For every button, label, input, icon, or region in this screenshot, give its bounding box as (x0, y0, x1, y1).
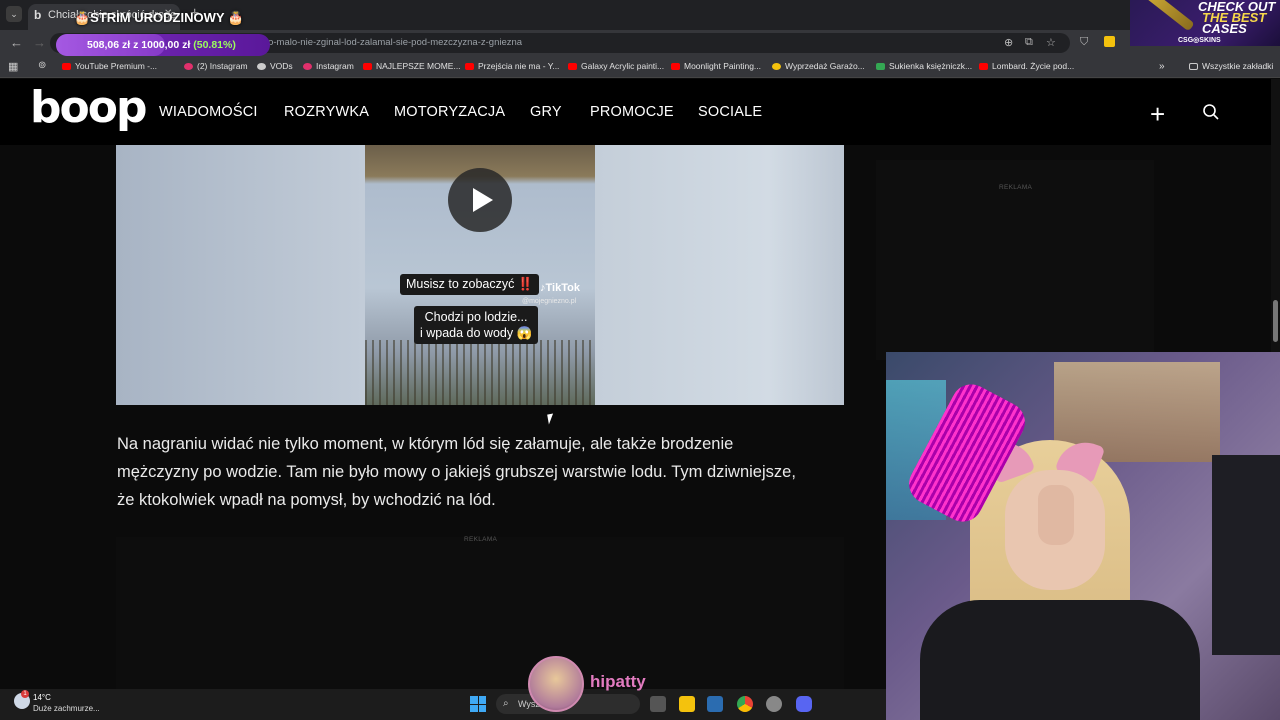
tiktok-handle: @mojegniezno.pl (522, 298, 577, 305)
webcam-person-body (920, 600, 1200, 720)
bookmark-label: Sukienka księżniczk... (889, 61, 973, 71)
back-icon[interactable]: ← (10, 35, 23, 50)
bookmark-label: NAJLEPSZE MOME... (376, 61, 461, 71)
instagram-icon (303, 62, 312, 70)
chrome-icon[interactable] (737, 696, 753, 712)
video-blur-left (116, 145, 365, 405)
windows-start-icon[interactable] (470, 696, 486, 712)
sponsor-line-3: CASES (1202, 21, 1247, 36)
scrollbar-thumb[interactable] (1273, 300, 1278, 342)
bookmark-item[interactable]: Galaxy Acrylic painti... (568, 61, 664, 71)
bookmark-item[interactable]: Przejścia nie ma - Y... (465, 61, 559, 71)
video-caption-1: Musisz to zobaczyć ‼️ (400, 274, 540, 295)
bookmark-label: YouTube Premium -... (75, 61, 158, 71)
inline-ad (116, 537, 844, 697)
globe-icon (257, 62, 266, 70)
weather-badge: 1 (21, 690, 29, 698)
bookmark-label: Galaxy Acrylic painti... (581, 61, 665, 71)
more-bookmarks-button[interactable]: » (1159, 61, 1165, 72)
search-glass-icon: ⌕ (503, 698, 509, 709)
avatar (528, 656, 584, 712)
bookmark-label: Przejścia nie ma - Y... (478, 61, 560, 71)
plus-icon[interactable]: + (1150, 99, 1165, 130)
youtube-icon (568, 62, 577, 70)
bookmark-label: VODs (270, 61, 293, 71)
video-reeds (365, 340, 595, 405)
youtube-icon (979, 62, 988, 70)
forward-icon[interactable]: → (33, 35, 46, 50)
webcam-person-hand (1038, 485, 1074, 545)
mouse-cursor-icon (547, 413, 555, 425)
sale-icon (772, 62, 781, 70)
zoom-icon[interactable]: ⊕ (1004, 36, 1013, 49)
store-icon[interactable] (707, 696, 723, 712)
caption-2-line-2: i wpada do wody 😱 (420, 326, 533, 340)
nav-gry[interactable]: GRY (530, 104, 562, 120)
bookmark-label: (2) Instagram (197, 61, 248, 71)
site-logo[interactable]: boop (30, 82, 147, 133)
bookmark-pin-icon[interactable]: ⊚ (38, 60, 46, 71)
all-bookmarks-button[interactable]: Wszystkie zakładki (1189, 61, 1273, 71)
youtube-icon (671, 62, 680, 70)
vinted-icon (876, 62, 885, 70)
ad-label: REKLAMA (464, 536, 498, 543)
taskbar (0, 689, 886, 720)
nav-sociale[interactable]: SOCIALE (698, 104, 762, 120)
bookmark-label: Lombard. Życie pod... (992, 61, 1075, 71)
donation-goal-text: 508,06 zł z 1000,00 zł (50.81%) (87, 39, 236, 51)
bookmark-star-icon[interactable]: ☆ (1046, 36, 1056, 49)
extension-icon[interactable]: ⛉ (1080, 36, 1088, 49)
play-icon (473, 188, 493, 212)
task-view-icon[interactable] (650, 696, 666, 712)
article-paragraph: Na nagraniu widać nie tylko moment, w kt… (117, 435, 796, 509)
nav-wiadomosci[interactable]: WIADOMOŚCI (159, 104, 258, 120)
bookmark-label: Instagram (316, 61, 354, 71)
bookmark-item[interactable]: Wyprzedaż Garażo... (772, 61, 865, 71)
instagram-icon (184, 62, 193, 70)
bookmark-item[interactable]: Sukienka księżniczk... (876, 61, 972, 71)
stream-title: 🎂STRIM URODZINOWY 🎂 (74, 10, 245, 25)
file-explorer-icon[interactable] (679, 696, 695, 712)
bookmark-label: Wyprzedaż Garażo... (785, 61, 865, 71)
youtube-icon (363, 62, 372, 70)
youtube-icon (62, 62, 71, 70)
settings-icon[interactable] (766, 696, 782, 712)
discord-icon[interactable] (796, 696, 812, 712)
goal-amount: 508,06 zł z 1000,00 zł (87, 39, 191, 51)
bookmark-label: Moonlight Painting... (684, 61, 762, 71)
bookmark-item[interactable]: Instagram (303, 61, 354, 71)
weather-desc: Duże zachmurze... (33, 704, 100, 713)
cast-icon[interactable]: ⧉ (1025, 36, 1033, 49)
bookmark-item[interactable]: NAJLEPSZE MOME... (363, 61, 461, 71)
nav-motoryzacja[interactable]: MOTORYZACJA (394, 104, 505, 120)
apps-grid-icon[interactable]: ▦ (8, 60, 18, 73)
sponsor-brand: CSG◎SKINS (1178, 37, 1221, 44)
bookmark-item[interactable]: YouTube Premium -... (62, 61, 157, 71)
all-bookmarks-label: Wszystkie zakładki (1202, 61, 1274, 71)
bookmark-item[interactable]: VODs (257, 61, 293, 71)
streamer-name: hipatty (590, 672, 646, 691)
bookmark-item[interactable]: Lombard. Życie pod... (979, 61, 1074, 71)
youtube-icon (465, 62, 474, 70)
nav-promocje[interactable]: PROMOCJE (590, 104, 674, 120)
goal-percent: (50.81%) (193, 39, 236, 51)
video-caption-2: Chodzi po lodzie... i wpada do wody 😱 (414, 306, 539, 344)
tab-search-button[interactable]: ⌄ (6, 6, 22, 22)
webcam-canvas (1212, 455, 1280, 655)
search-icon[interactable] (1202, 103, 1220, 121)
video-blur-right (595, 145, 844, 405)
bookmark-item[interactable]: Moonlight Painting... (671, 61, 761, 71)
nav-rozrywka[interactable]: ROZRYWKA (284, 104, 369, 120)
bookmark-item[interactable]: (2) Instagram (184, 61, 248, 71)
weather-temp: 14°C (33, 693, 51, 702)
extension-yellow-icon[interactable] (1104, 36, 1115, 47)
folder-icon (1189, 62, 1198, 70)
ad-label: REKLAMA (999, 184, 1033, 191)
tiktok-watermark: ♪TikTok (540, 282, 580, 294)
tab-favicon-icon: b (34, 8, 42, 22)
caption-2-line-1: Chodzi po lodzie... (424, 310, 528, 324)
